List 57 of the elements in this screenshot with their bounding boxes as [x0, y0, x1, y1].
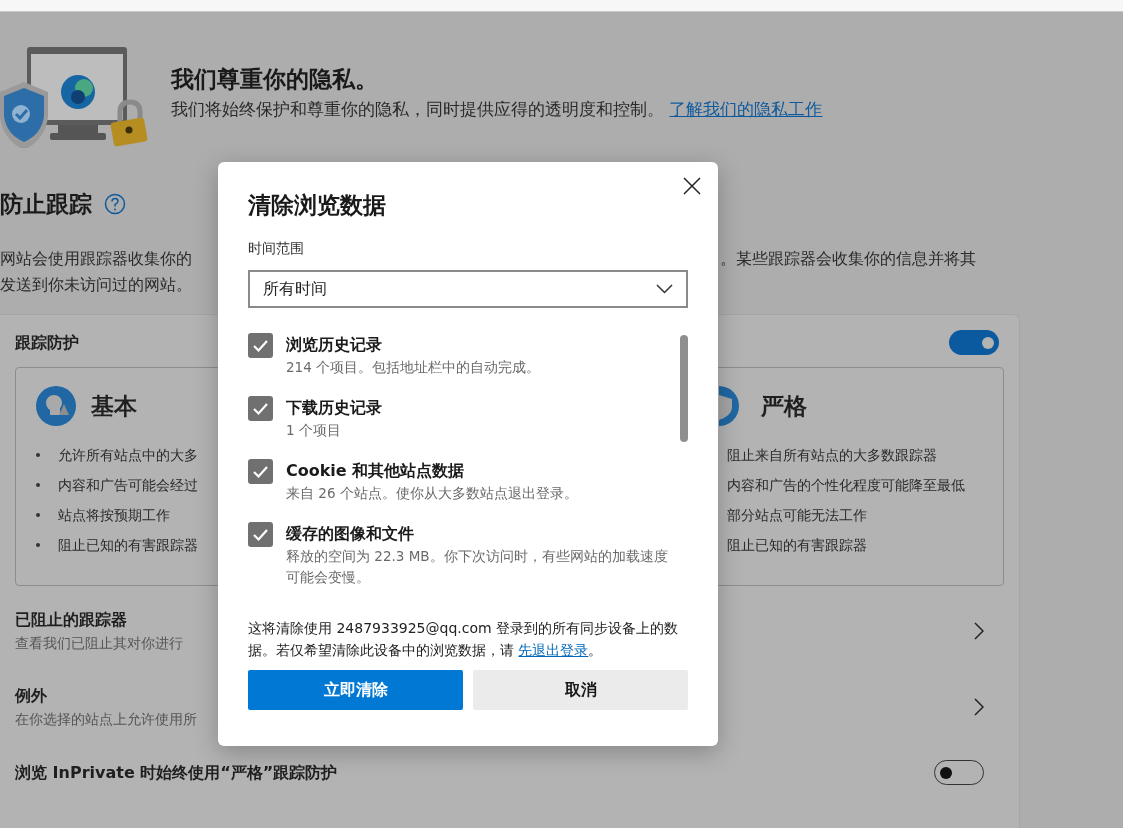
checkbox[interactable]	[248, 522, 273, 547]
option-title: 严格	[761, 391, 807, 421]
option-bullet: 内容和广告可能会经过	[58, 476, 198, 495]
setting-label: 跟踪防护	[15, 331, 79, 354]
option-bullet: 阻止来自所有站点的大多数跟踪器	[727, 446, 937, 465]
option-title: 基本	[91, 391, 137, 421]
option-bullet: 阻止已知的有害跟踪器	[58, 536, 198, 555]
privacy-link[interactable]: 了解我们的隐私工作	[669, 99, 823, 119]
bullet-icon	[36, 453, 40, 457]
data-type-label: Cookie 和其他站点数据	[286, 460, 465, 482]
field-label: 时间范围	[248, 239, 304, 258]
option-bullet: 阻止已知的有害跟踪器	[727, 536, 867, 555]
toggle-switch[interactable]	[949, 330, 999, 355]
bullet-icon	[36, 483, 40, 487]
checkbox[interactable]	[248, 459, 273, 484]
bullet-icon	[36, 543, 40, 547]
cancel-button[interactable]: 取消	[473, 670, 688, 710]
data-type-detail: 1 个项目	[286, 421, 342, 440]
time-range-dropdown[interactable]: 所有时间	[248, 270, 688, 308]
privacy-description: 我们将始终保护和尊重你的隐私，同时提供应得的透明度和控制。 了解我们的隐私工作	[171, 98, 824, 121]
data-type-detail: 释放的空间为 22.3 MB。你下次访问时，有些网站的加载速度可能会变慢。	[286, 547, 669, 587]
bullet-icon	[36, 513, 40, 517]
chevron-right-icon	[974, 698, 984, 716]
setting-description: 查看我们已阻止其对你进行	[15, 634, 183, 653]
setting-label: 浏览 InPrivate 时始终使用“严格”跟踪防护	[15, 761, 338, 784]
data-type-detail: 214 个项目。包括地址栏中的自动完成。	[286, 358, 541, 377]
setting-description: 在你选择的站点上允许使用所	[15, 710, 197, 729]
scrollbar[interactable]	[680, 335, 688, 442]
dialog-title: 清除浏览数据	[248, 191, 386, 220]
tracking-description: 。某些跟踪器会收集你的信息并将其	[719, 248, 977, 270]
option-bullet: 站点将按预期工作	[58, 506, 170, 525]
setting-label: 例外	[15, 685, 48, 707]
sign-out-link[interactable]: 先退出登录	[518, 642, 589, 658]
chevron-right-icon	[974, 622, 984, 640]
check-icon	[252, 338, 269, 353]
chevron-down-icon	[656, 284, 673, 294]
data-type-label: 下载历史记录	[286, 397, 382, 419]
checkbox[interactable]	[248, 333, 273, 358]
data-type-label: 缓存的图像和文件	[286, 523, 414, 545]
option-bullet: 内容和广告的个性化程度可能降至最低	[727, 476, 965, 495]
clear-now-button[interactable]: 立即清除	[248, 670, 463, 710]
check-icon	[252, 464, 269, 479]
shapes-icon	[36, 386, 76, 426]
help-icon[interactable]	[104, 193, 126, 215]
sync-note: 这将清除使用 2487933925@qq.com 登录到的所有同步设备上的数据。若仅希望清除此设备中的浏览数据，请 先退出登录。	[248, 619, 680, 660]
tracking-description: 网站会使用跟踪器收集你的	[0, 248, 193, 270]
data-type-label: 浏览历史记录	[286, 334, 382, 356]
check-icon	[252, 527, 269, 542]
data-type-detail: 来自 26 个站点。使你从大多数站点退出登录。	[286, 484, 578, 503]
check-icon	[252, 401, 269, 416]
option-bullet: 允许所有站点中的大多	[58, 446, 198, 465]
checkbox[interactable]	[248, 396, 273, 421]
section-title: 防止跟踪	[0, 190, 92, 219]
option-bullet: 部分站点可能无法工作	[727, 506, 867, 525]
privacy-title: 我们尊重你的隐私。	[171, 65, 379, 94]
setting-label: 已阻止的跟踪器	[15, 609, 128, 631]
tracking-description: 发送到你未访问过的网站。	[0, 274, 192, 296]
